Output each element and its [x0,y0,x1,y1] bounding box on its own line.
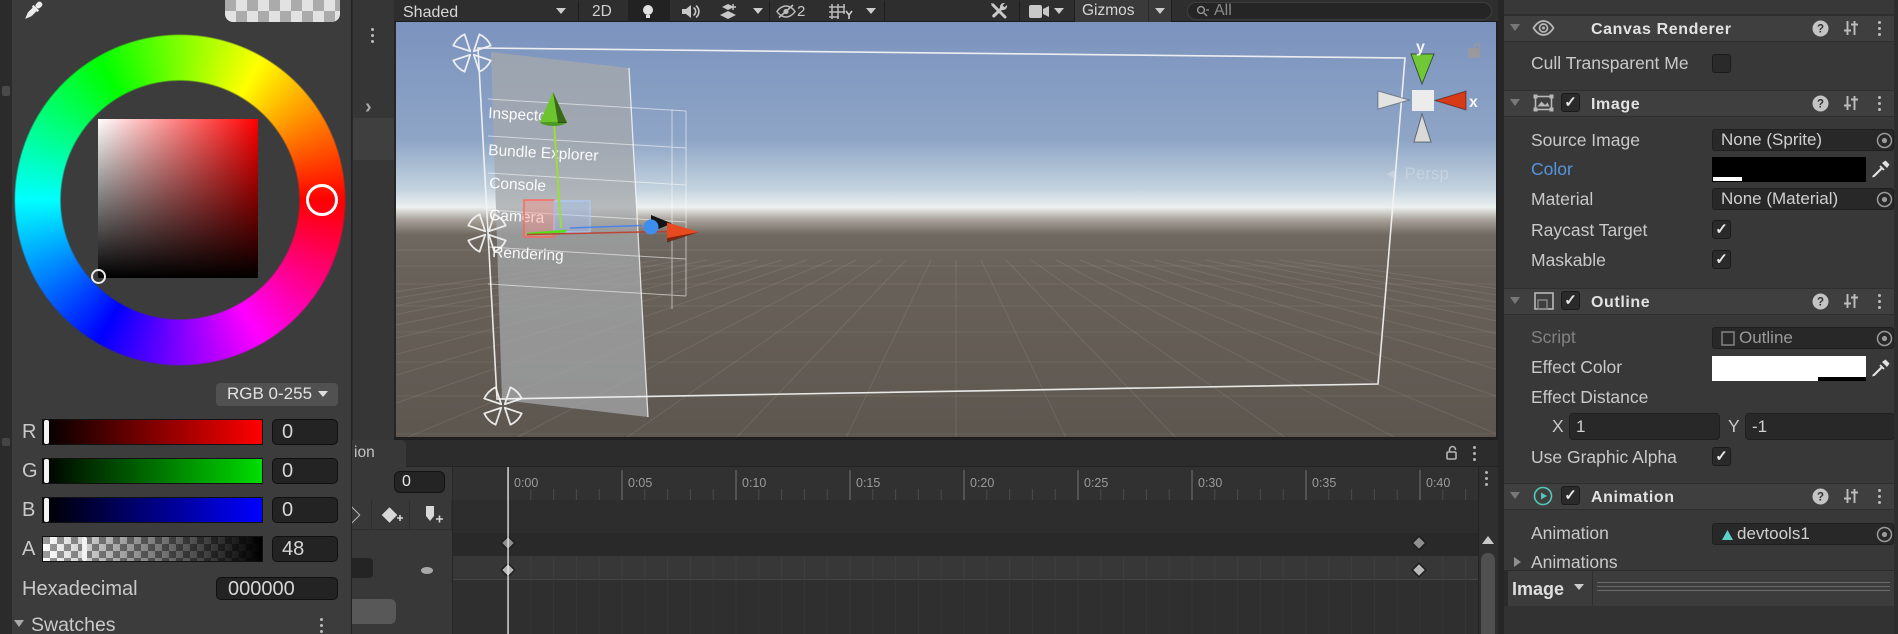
svg-text:y: y [1416,39,1425,56]
svg-text:?: ? [1817,24,1824,36]
svg-text:◄ Persp: ◄ Persp [1383,164,1449,183]
svg-text:x: x [1469,94,1478,111]
svg-text:?: ? [1817,99,1824,111]
svg-text:0:20: 0:20 [970,476,994,490]
svg-text:Console: Console [489,175,547,195]
svg-text:0:00: 0:00 [514,476,538,490]
svg-text:0:15: 0:15 [856,476,880,490]
svg-text:?: ? [1817,492,1824,504]
svg-text:0:05: 0:05 [628,476,652,490]
svg-text:0:30: 0:30 [1198,476,1222,490]
svg-text:0:25: 0:25 [1084,476,1108,490]
svg-text:0:40: 0:40 [1426,476,1450,490]
svg-text:?: ? [1817,297,1824,309]
svg-text:0:35: 0:35 [1312,476,1336,490]
svg-text:0:10: 0:10 [742,476,766,490]
